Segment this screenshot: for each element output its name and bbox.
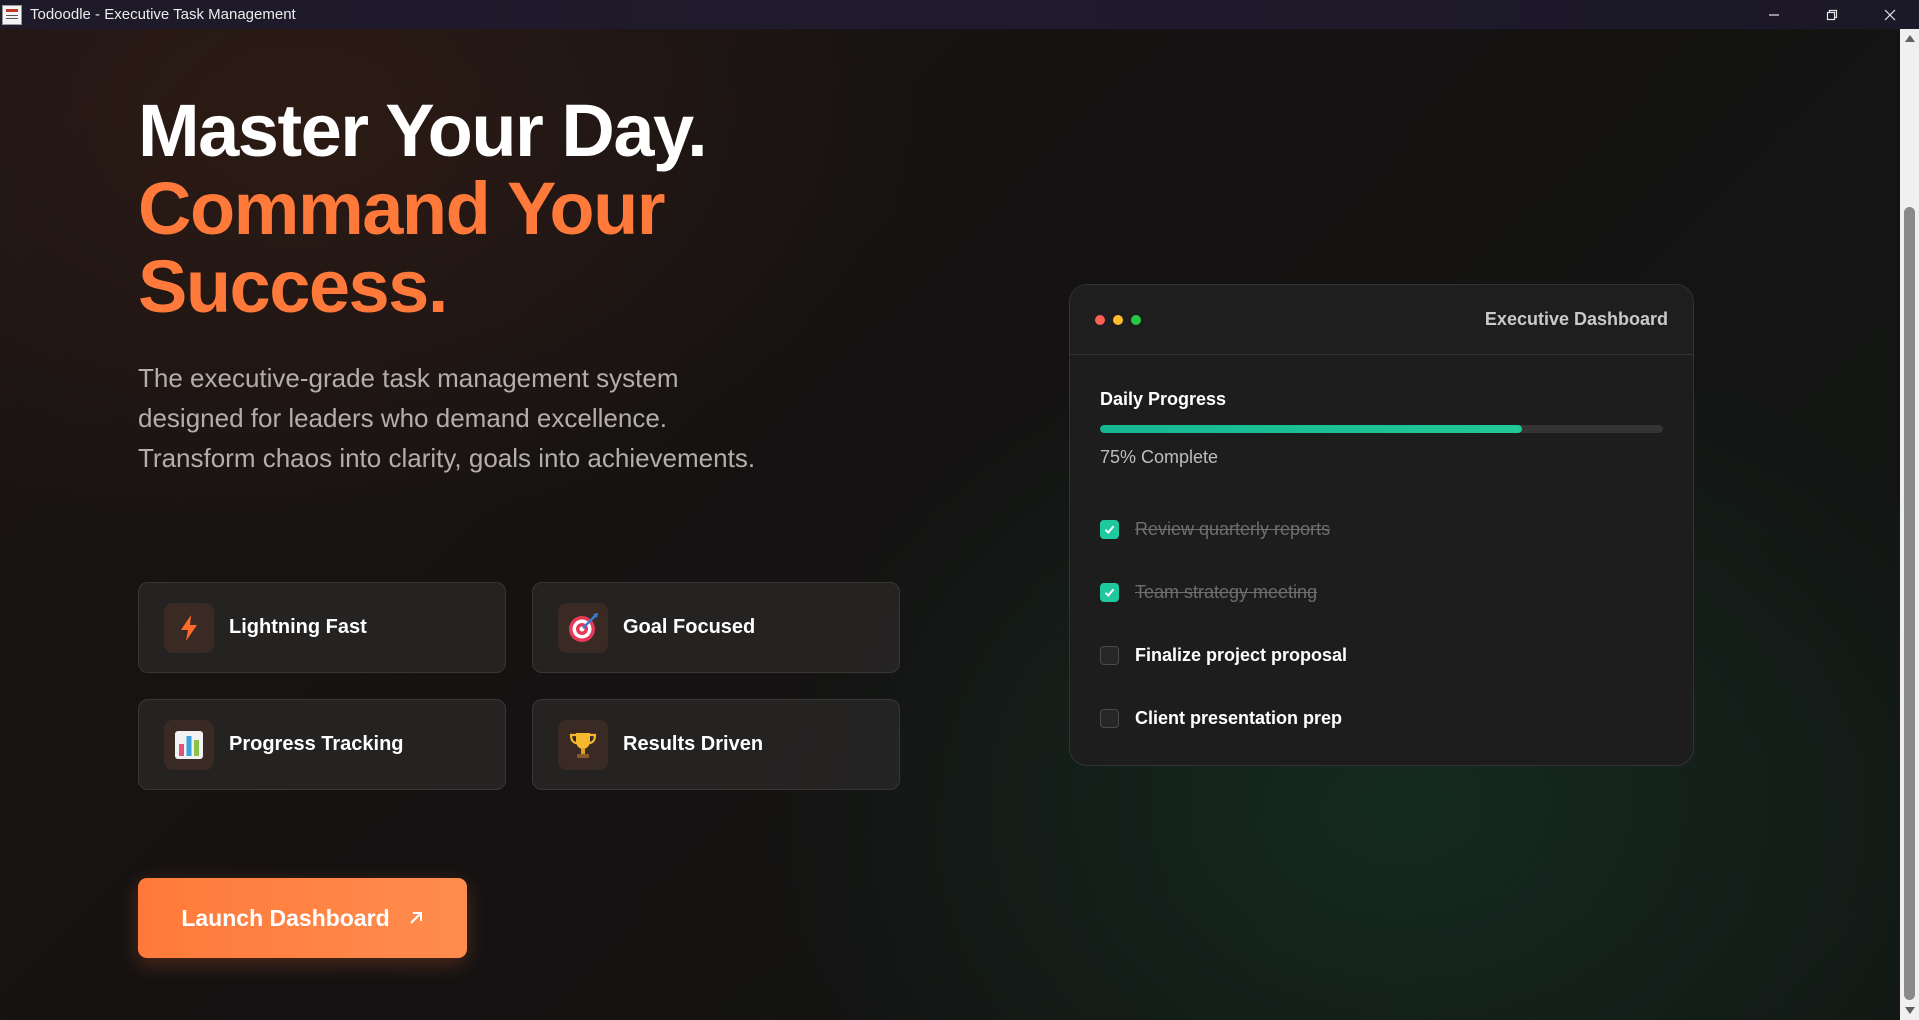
- hero-line-primary: Master Your Day.: [138, 89, 708, 172]
- feature-grid: Lightning Fast Goal Focused Progress Tra…: [138, 582, 902, 790]
- feature-label: Progress Tracking: [229, 733, 404, 755]
- feature-label: Results Driven: [623, 733, 764, 755]
- restore-icon: [1826, 9, 1838, 20]
- minimize-button[interactable]: [1745, 0, 1803, 29]
- green-dot-icon: [1131, 314, 1141, 325]
- feature-label: Lightning Fast: [229, 616, 367, 638]
- app-icon: [2, 4, 22, 25]
- minimize-icon: [1769, 13, 1779, 16]
- progress-bar-fill: [1100, 425, 1523, 433]
- window-controls: [1745, 0, 1919, 29]
- scroll-up-arrow-icon[interactable]: [1905, 35, 1915, 42]
- task-label: Client presentation prep: [1135, 708, 1343, 728]
- dashboard-title: Executive Dashboard: [1484, 309, 1668, 329]
- task-item: Client presentation prep: [1100, 687, 1663, 750]
- hero-description: The executive-grade task management syst…: [138, 363, 756, 473]
- vertical-scrollbar[interactable]: [1900, 29, 1919, 1020]
- dashboard-preview-card: Executive Dashboard Daily Progress 75% C…: [1069, 284, 1694, 766]
- lightning-icon: [164, 602, 214, 653]
- trophy-icon: [558, 719, 608, 770]
- task-item: Review quarterly reports: [1100, 498, 1663, 561]
- restore-button[interactable]: [1803, 0, 1861, 29]
- task-checkbox[interactable]: [1100, 646, 1119, 665]
- dashboard-header: Executive Dashboard: [1070, 285, 1693, 355]
- task-item: Team strategy meeting: [1100, 561, 1663, 624]
- feature-card-progress-tracking: Progress Tracking: [138, 699, 506, 790]
- red-dot-icon: [1095, 314, 1105, 325]
- window-dots: [1095, 314, 1141, 325]
- task-checkbox[interactable]: [1100, 709, 1119, 728]
- feature-card-lightning-fast: Lightning Fast: [138, 582, 506, 673]
- checkmark-icon: [1104, 525, 1115, 534]
- task-label: Team strategy meeting: [1135, 582, 1318, 602]
- checkmark-icon: [1104, 588, 1115, 597]
- title-bar: Todoodle - Executive Task Management: [0, 0, 1919, 29]
- task-checkbox[interactable]: [1100, 520, 1119, 539]
- feature-card-results-driven: Results Driven: [532, 699, 900, 790]
- hero-line-accent: Command Your Success.: [138, 167, 666, 328]
- target-icon: [558, 602, 608, 653]
- yellow-dot-icon: [1113, 314, 1123, 325]
- launch-dashboard-button[interactable]: Launch Dashboard: [138, 878, 467, 958]
- window-title: Todoodle - Executive Task Management: [30, 6, 296, 23]
- close-button[interactable]: [1861, 0, 1919, 29]
- task-item: Finalize project proposal: [1100, 624, 1663, 687]
- feature-label: Goal Focused: [623, 616, 756, 638]
- progress-label: Daily Progress: [1100, 389, 1227, 409]
- task-label: Review quarterly reports: [1135, 519, 1331, 539]
- scroll-thumb[interactable]: [1904, 207, 1915, 1000]
- progress-bar: [1100, 425, 1663, 433]
- bar-chart-icon: [164, 719, 214, 770]
- hero-headline: Master Your Day. Command Your Success.: [138, 92, 898, 326]
- task-label: Finalize project proposal: [1135, 645, 1348, 665]
- task-list: Review quarterly reports Team strategy m…: [1100, 498, 1663, 750]
- dashboard-body: Daily Progress 75% Complete Review quart…: [1070, 355, 1693, 750]
- progress-text: 75% Complete: [1100, 447, 1219, 467]
- feature-card-goal-focused: Goal Focused: [532, 582, 900, 673]
- scroll-down-arrow-icon[interactable]: [1905, 1007, 1915, 1014]
- launch-dashboard-label: Launch Dashboard: [181, 904, 390, 931]
- task-checkbox[interactable]: [1100, 583, 1119, 602]
- arrow-up-right-icon: [408, 910, 424, 926]
- app-window: Todoodle - Executive Task Management Mas…: [0, 0, 1919, 1020]
- close-icon: [1884, 9, 1896, 20]
